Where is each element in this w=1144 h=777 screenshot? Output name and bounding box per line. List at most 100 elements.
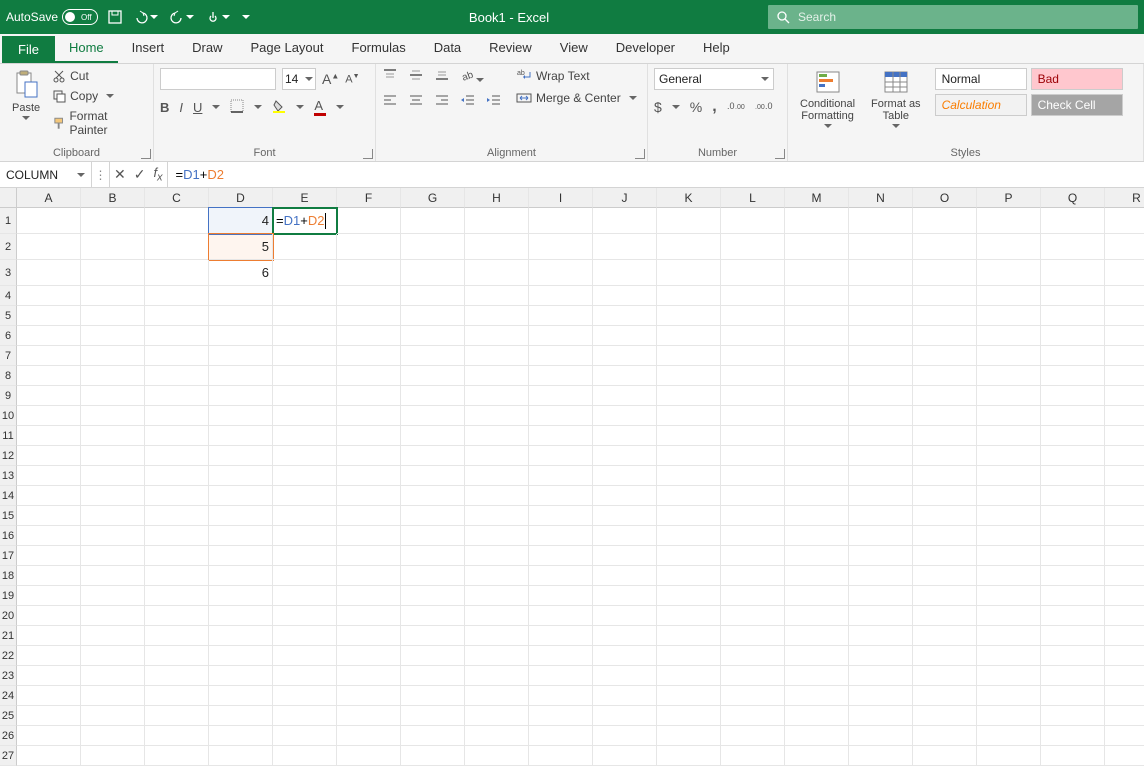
cell-E2[interactable] bbox=[273, 234, 337, 260]
cell-K2[interactable] bbox=[657, 234, 721, 260]
cell-N20[interactable] bbox=[849, 606, 913, 626]
cell-C4[interactable] bbox=[145, 286, 209, 306]
cell-A25[interactable] bbox=[17, 706, 81, 726]
cell-K12[interactable] bbox=[657, 446, 721, 466]
cell-M24[interactable] bbox=[785, 686, 849, 706]
cell-R18[interactable] bbox=[1105, 566, 1144, 586]
cell-N5[interactable] bbox=[849, 306, 913, 326]
cell-P10[interactable] bbox=[977, 406, 1041, 426]
cell-I5[interactable] bbox=[529, 306, 593, 326]
cell-H17[interactable] bbox=[465, 546, 529, 566]
cell-F25[interactable] bbox=[337, 706, 401, 726]
cell-O24[interactable] bbox=[913, 686, 977, 706]
cell-E13[interactable] bbox=[273, 466, 337, 486]
format-painter-button[interactable]: Format Painter bbox=[50, 108, 147, 138]
cell-N24[interactable] bbox=[849, 686, 913, 706]
cell-L10[interactable] bbox=[721, 406, 785, 426]
cell-P22[interactable] bbox=[977, 646, 1041, 666]
cell-O12[interactable] bbox=[913, 446, 977, 466]
italic-button[interactable]: I bbox=[179, 100, 183, 115]
accounting-format-icon[interactable]: $ bbox=[654, 99, 662, 115]
cell-A15[interactable] bbox=[17, 506, 81, 526]
cell-B26[interactable] bbox=[81, 726, 145, 746]
cell-H13[interactable] bbox=[465, 466, 529, 486]
cell-L19[interactable] bbox=[721, 586, 785, 606]
cell-A23[interactable] bbox=[17, 666, 81, 686]
cell-M10[interactable] bbox=[785, 406, 849, 426]
cell-P9[interactable] bbox=[977, 386, 1041, 406]
cell-E11[interactable] bbox=[273, 426, 337, 446]
cell-J16[interactable] bbox=[593, 526, 657, 546]
cell-P24[interactable] bbox=[977, 686, 1041, 706]
cell-J18[interactable] bbox=[593, 566, 657, 586]
cell-J5[interactable] bbox=[593, 306, 657, 326]
cell-D22[interactable] bbox=[209, 646, 273, 666]
cell-M8[interactable] bbox=[785, 366, 849, 386]
cell-G5[interactable] bbox=[401, 306, 465, 326]
cell-G10[interactable] bbox=[401, 406, 465, 426]
cell-H26[interactable] bbox=[465, 726, 529, 746]
cell-M23[interactable] bbox=[785, 666, 849, 686]
cell-M2[interactable] bbox=[785, 234, 849, 260]
cell-H2[interactable] bbox=[465, 234, 529, 260]
cell-L2[interactable] bbox=[721, 234, 785, 260]
cell-B17[interactable] bbox=[81, 546, 145, 566]
cell-R17[interactable] bbox=[1105, 546, 1144, 566]
cell-P6[interactable] bbox=[977, 326, 1041, 346]
cell-F2[interactable] bbox=[337, 234, 401, 260]
cell-J19[interactable] bbox=[593, 586, 657, 606]
cell-F4[interactable] bbox=[337, 286, 401, 306]
cell-F10[interactable] bbox=[337, 406, 401, 426]
font-size-combo[interactable]: 14 bbox=[282, 68, 316, 90]
cell-R27[interactable] bbox=[1105, 746, 1144, 766]
cell-C3[interactable] bbox=[145, 260, 209, 286]
cell-M22[interactable] bbox=[785, 646, 849, 666]
column-header[interactable]: N bbox=[849, 188, 913, 208]
cell-R26[interactable] bbox=[1105, 726, 1144, 746]
cell-N11[interactable] bbox=[849, 426, 913, 446]
cell-G16[interactable] bbox=[401, 526, 465, 546]
cell-G20[interactable] bbox=[401, 606, 465, 626]
number-dialog-launcher[interactable] bbox=[775, 149, 785, 159]
cell-A4[interactable] bbox=[17, 286, 81, 306]
cell-D5[interactable] bbox=[209, 306, 273, 326]
cell-N6[interactable] bbox=[849, 326, 913, 346]
cell-E1[interactable]: = D1 + D2 bbox=[273, 208, 337, 234]
cell-E16[interactable] bbox=[273, 526, 337, 546]
cell-P13[interactable] bbox=[977, 466, 1041, 486]
cell-K20[interactable] bbox=[657, 606, 721, 626]
cell-R13[interactable] bbox=[1105, 466, 1144, 486]
autosave-toggle[interactable]: AutoSave Off bbox=[6, 9, 98, 25]
cell-B20[interactable] bbox=[81, 606, 145, 626]
cell-L18[interactable] bbox=[721, 566, 785, 586]
cell-F3[interactable] bbox=[337, 260, 401, 286]
insert-function-icon[interactable]: fx bbox=[153, 165, 162, 184]
cell-N7[interactable] bbox=[849, 346, 913, 366]
cell-H19[interactable] bbox=[465, 586, 529, 606]
tab-help[interactable]: Help bbox=[689, 34, 744, 63]
cell-L12[interactable] bbox=[721, 446, 785, 466]
cell-F7[interactable] bbox=[337, 346, 401, 366]
cell-A22[interactable] bbox=[17, 646, 81, 666]
cell-B18[interactable] bbox=[81, 566, 145, 586]
cell-O26[interactable] bbox=[913, 726, 977, 746]
row-header[interactable]: 23 bbox=[0, 666, 17, 686]
cell-E14[interactable] bbox=[273, 486, 337, 506]
cell-B24[interactable] bbox=[81, 686, 145, 706]
search-box[interactable]: Search bbox=[768, 5, 1138, 29]
column-header[interactable]: K bbox=[657, 188, 721, 208]
tab-developer[interactable]: Developer bbox=[602, 34, 689, 63]
row-header[interactable]: 15 bbox=[0, 506, 17, 526]
row-header[interactable]: 18 bbox=[0, 566, 17, 586]
cell-P5[interactable] bbox=[977, 306, 1041, 326]
cell-B23[interactable] bbox=[81, 666, 145, 686]
cell-J4[interactable] bbox=[593, 286, 657, 306]
cell-K9[interactable] bbox=[657, 386, 721, 406]
cell-O4[interactable] bbox=[913, 286, 977, 306]
cell-J26[interactable] bbox=[593, 726, 657, 746]
cell-M15[interactable] bbox=[785, 506, 849, 526]
cell-K13[interactable] bbox=[657, 466, 721, 486]
cell-I3[interactable] bbox=[529, 260, 593, 286]
column-header[interactable]: R bbox=[1105, 188, 1144, 208]
cell-O18[interactable] bbox=[913, 566, 977, 586]
